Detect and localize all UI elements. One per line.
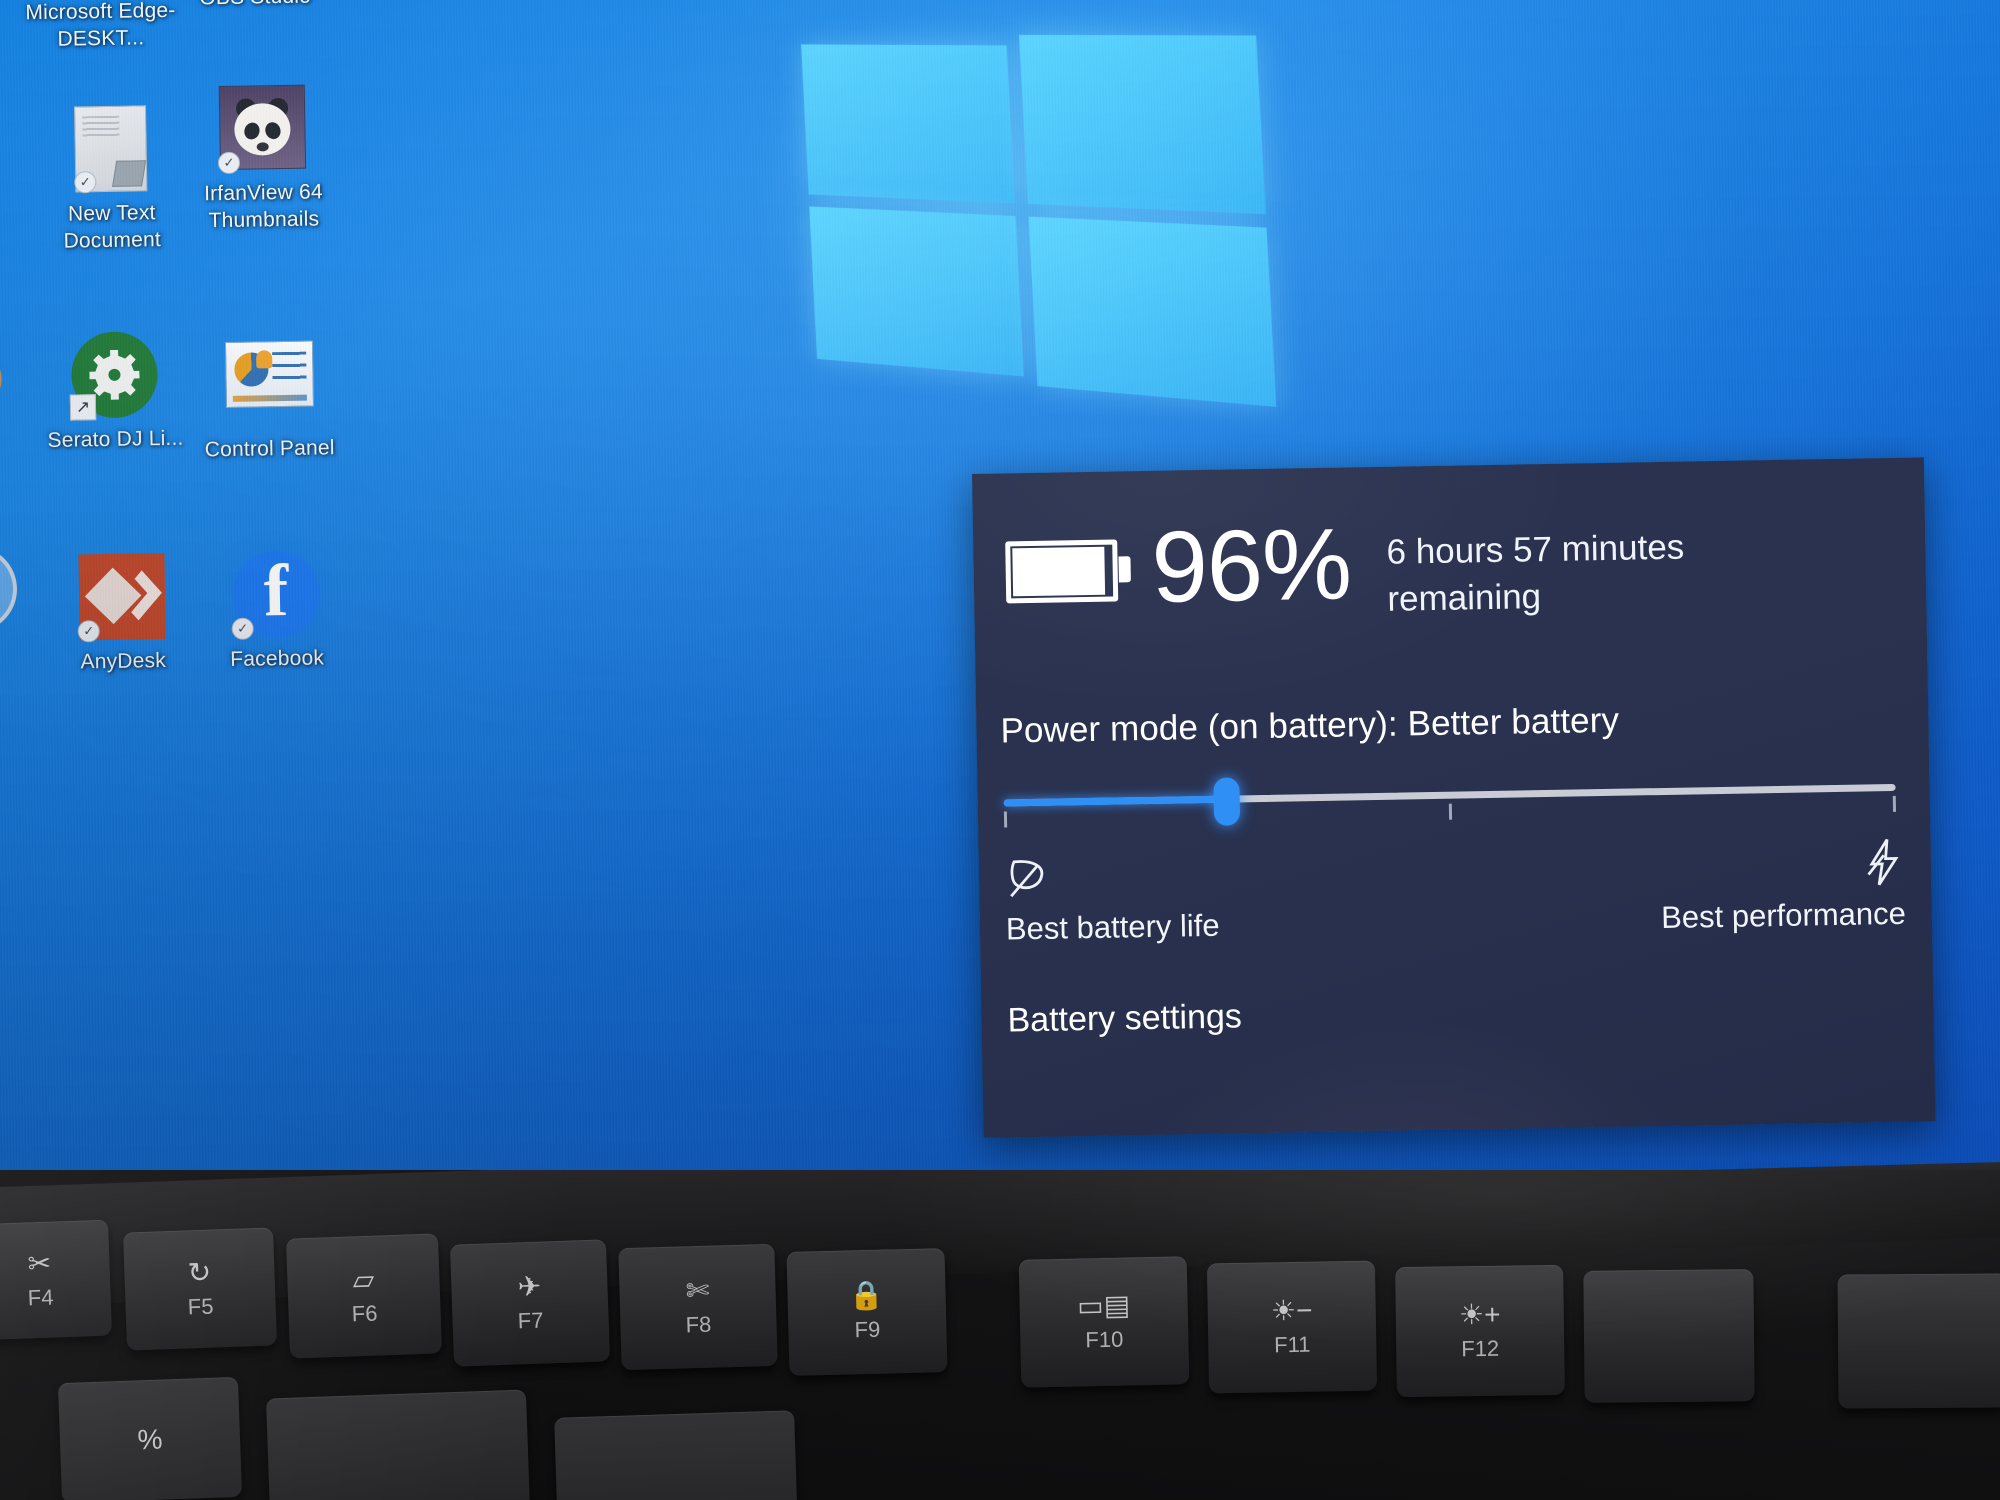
desktop-icon-anydesk[interactable]: ✓ AnyDesk (41, 552, 203, 676)
desktop-icon-irfanview-64-thumbnails[interactable]: ✓ IrfanView 64 Thumbnails (182, 84, 344, 235)
laptop-keyboard: ✂ F4 ↻ F5 ▱ F6 ✈ F7 ✄ F8 🔒 F9 ▭▤ F10 ☀− (0, 1170, 2000, 1500)
key-f10[interactable]: ▭▤ F10 (1019, 1256, 1190, 1387)
key-symbol: 🔒 (849, 1281, 885, 1312)
key-f4[interactable]: ✂ F4 (0, 1220, 112, 1341)
desktop-icon-label: New Text Document (32, 199, 193, 256)
text-document-icon: ✓ (67, 105, 154, 192)
slider-ticks (1003, 768, 1895, 784)
key-fn-label: F12 (1461, 1336, 1499, 1363)
key-symbol: ✈ (517, 1272, 542, 1303)
slider-thumb[interactable] (1213, 777, 1240, 825)
key-fn-label: F10 (1085, 1327, 1123, 1354)
best-performance-label: Best performance (1661, 896, 1906, 936)
desktop-icon-label: OBS Studio (175, 0, 335, 12)
key-row2-c[interactable] (554, 1410, 798, 1500)
screenshot-root: me w 64 al rive One Microsoft Edge-DESKT… (0, 0, 2000, 1500)
key-f5[interactable]: ↻ F5 (123, 1227, 277, 1350)
key-f8[interactable]: ✄ F8 (618, 1244, 777, 1370)
desktop-icon-control-panel[interactable]: Control Panel (188, 330, 350, 464)
lightning-icon-wrap (1862, 836, 1905, 889)
desktop-icon-label: IrfanView 64 Thumbnails (183, 178, 344, 235)
desktop-icon-obs-studio[interactable]: OBS Studio (175, 0, 336, 12)
key-symbol: ▭▤ (1077, 1290, 1131, 1321)
desktop-icon-label: Control Panel (189, 434, 349, 464)
slider-track-fill (1004, 796, 1227, 807)
battery-flyout: 96% 6 hours 57 minutes remaining Power m… (972, 457, 1935, 1138)
desktop-icon-facebook[interactable]: f ✓ Facebook (195, 550, 357, 674)
battery-settings-link[interactable]: Battery settings (1007, 997, 1242, 1040)
key-f6[interactable]: ▱ F6 (286, 1233, 442, 1358)
key-symbol: ✂ (27, 1249, 52, 1280)
slider-end-labels: Best battery life Best performance (1005, 836, 1907, 948)
key-symbol: ↻ (187, 1258, 212, 1289)
cookie-icon (0, 344, 6, 431)
key-fn-label: F6 (351, 1301, 378, 1328)
key-symbol: ☀− (1271, 1296, 1313, 1327)
key-fn-label: F5 (187, 1294, 214, 1321)
key-fn-label: F7 (517, 1308, 544, 1335)
desktop-icon-label: Serato DJ Li... (35, 424, 195, 454)
desktop-icon-label: AnyDesk (43, 646, 203, 676)
key-fn-label: F11 (1274, 1332, 1311, 1359)
key-f9[interactable]: 🔒 F9 (787, 1248, 948, 1376)
key-f12[interactable]: ☀+ F12 (1395, 1265, 1565, 1397)
battery-percent: 96% (1151, 513, 1352, 618)
power-mode-slider[interactable] (1003, 768, 1896, 824)
key-symbol: % (137, 1425, 163, 1456)
key-symbol: ☀+ (1459, 1300, 1501, 1331)
desktop-icon-label: rive (0, 479, 45, 509)
key-f11[interactable]: ☀− F11 (1207, 1261, 1377, 1394)
key-row2-b[interactable] (266, 1389, 530, 1500)
battery-time-remaining: 6 hours 57 minutes remaining (1386, 524, 1688, 623)
key-fn-label: F4 (27, 1285, 54, 1312)
control-panel-icon (225, 341, 312, 428)
key-f13[interactable] (1583, 1269, 1754, 1403)
key-fn-label: F8 (685, 1312, 711, 1339)
key-end[interactable] (1838, 1273, 2000, 1408)
battery-level-icon (1005, 539, 1118, 603)
lightning-bolt-icon (1862, 836, 1905, 889)
desktop-icon-label: Facebook (197, 644, 357, 674)
desktop-icon-clipped-drive[interactable]: rive (0, 471, 45, 509)
best-battery-life-label: Best battery life (1006, 908, 1220, 948)
battery-summary: 96% 6 hours 57 minutes remaining (1005, 508, 1688, 630)
key-percent[interactable]: % (58, 1377, 242, 1500)
wallpaper-windows-logo (801, 44, 1292, 417)
facebook-icon: f ✓ (232, 550, 319, 637)
circle-icon (0, 545, 18, 632)
desktop-icon-serato-dj-lite[interactable]: ↗ Serato DJ Li... (34, 331, 196, 455)
leaf-icon-wrap (1005, 848, 1220, 904)
panda-thumbnail-icon: ✓ (219, 85, 306, 172)
serato-gear-icon: ↗ (71, 331, 158, 418)
desktop-icon-label: Microsoft Edge-DESKT... (20, 0, 181, 53)
desktop-icon-new-text-document[interactable]: ✓ New Text Document (30, 105, 192, 256)
desktop-icon-microsoft-edge-desktop[interactable]: Microsoft Edge-DESKT... (20, 0, 181, 53)
key-symbol: ✄ (685, 1276, 709, 1307)
power-mode-label: Power mode (on battery): Better battery (1000, 701, 1619, 752)
key-symbol: ▱ (352, 1265, 375, 1296)
leaf-icon (1005, 853, 1052, 902)
key-fn-label: F9 (854, 1317, 880, 1344)
photo-icon (0, 116, 7, 203)
key-f7[interactable]: ✈ F7 (450, 1239, 610, 1366)
anydesk-icon: ✓ (78, 553, 165, 640)
home-icon (0, 0, 9, 81)
